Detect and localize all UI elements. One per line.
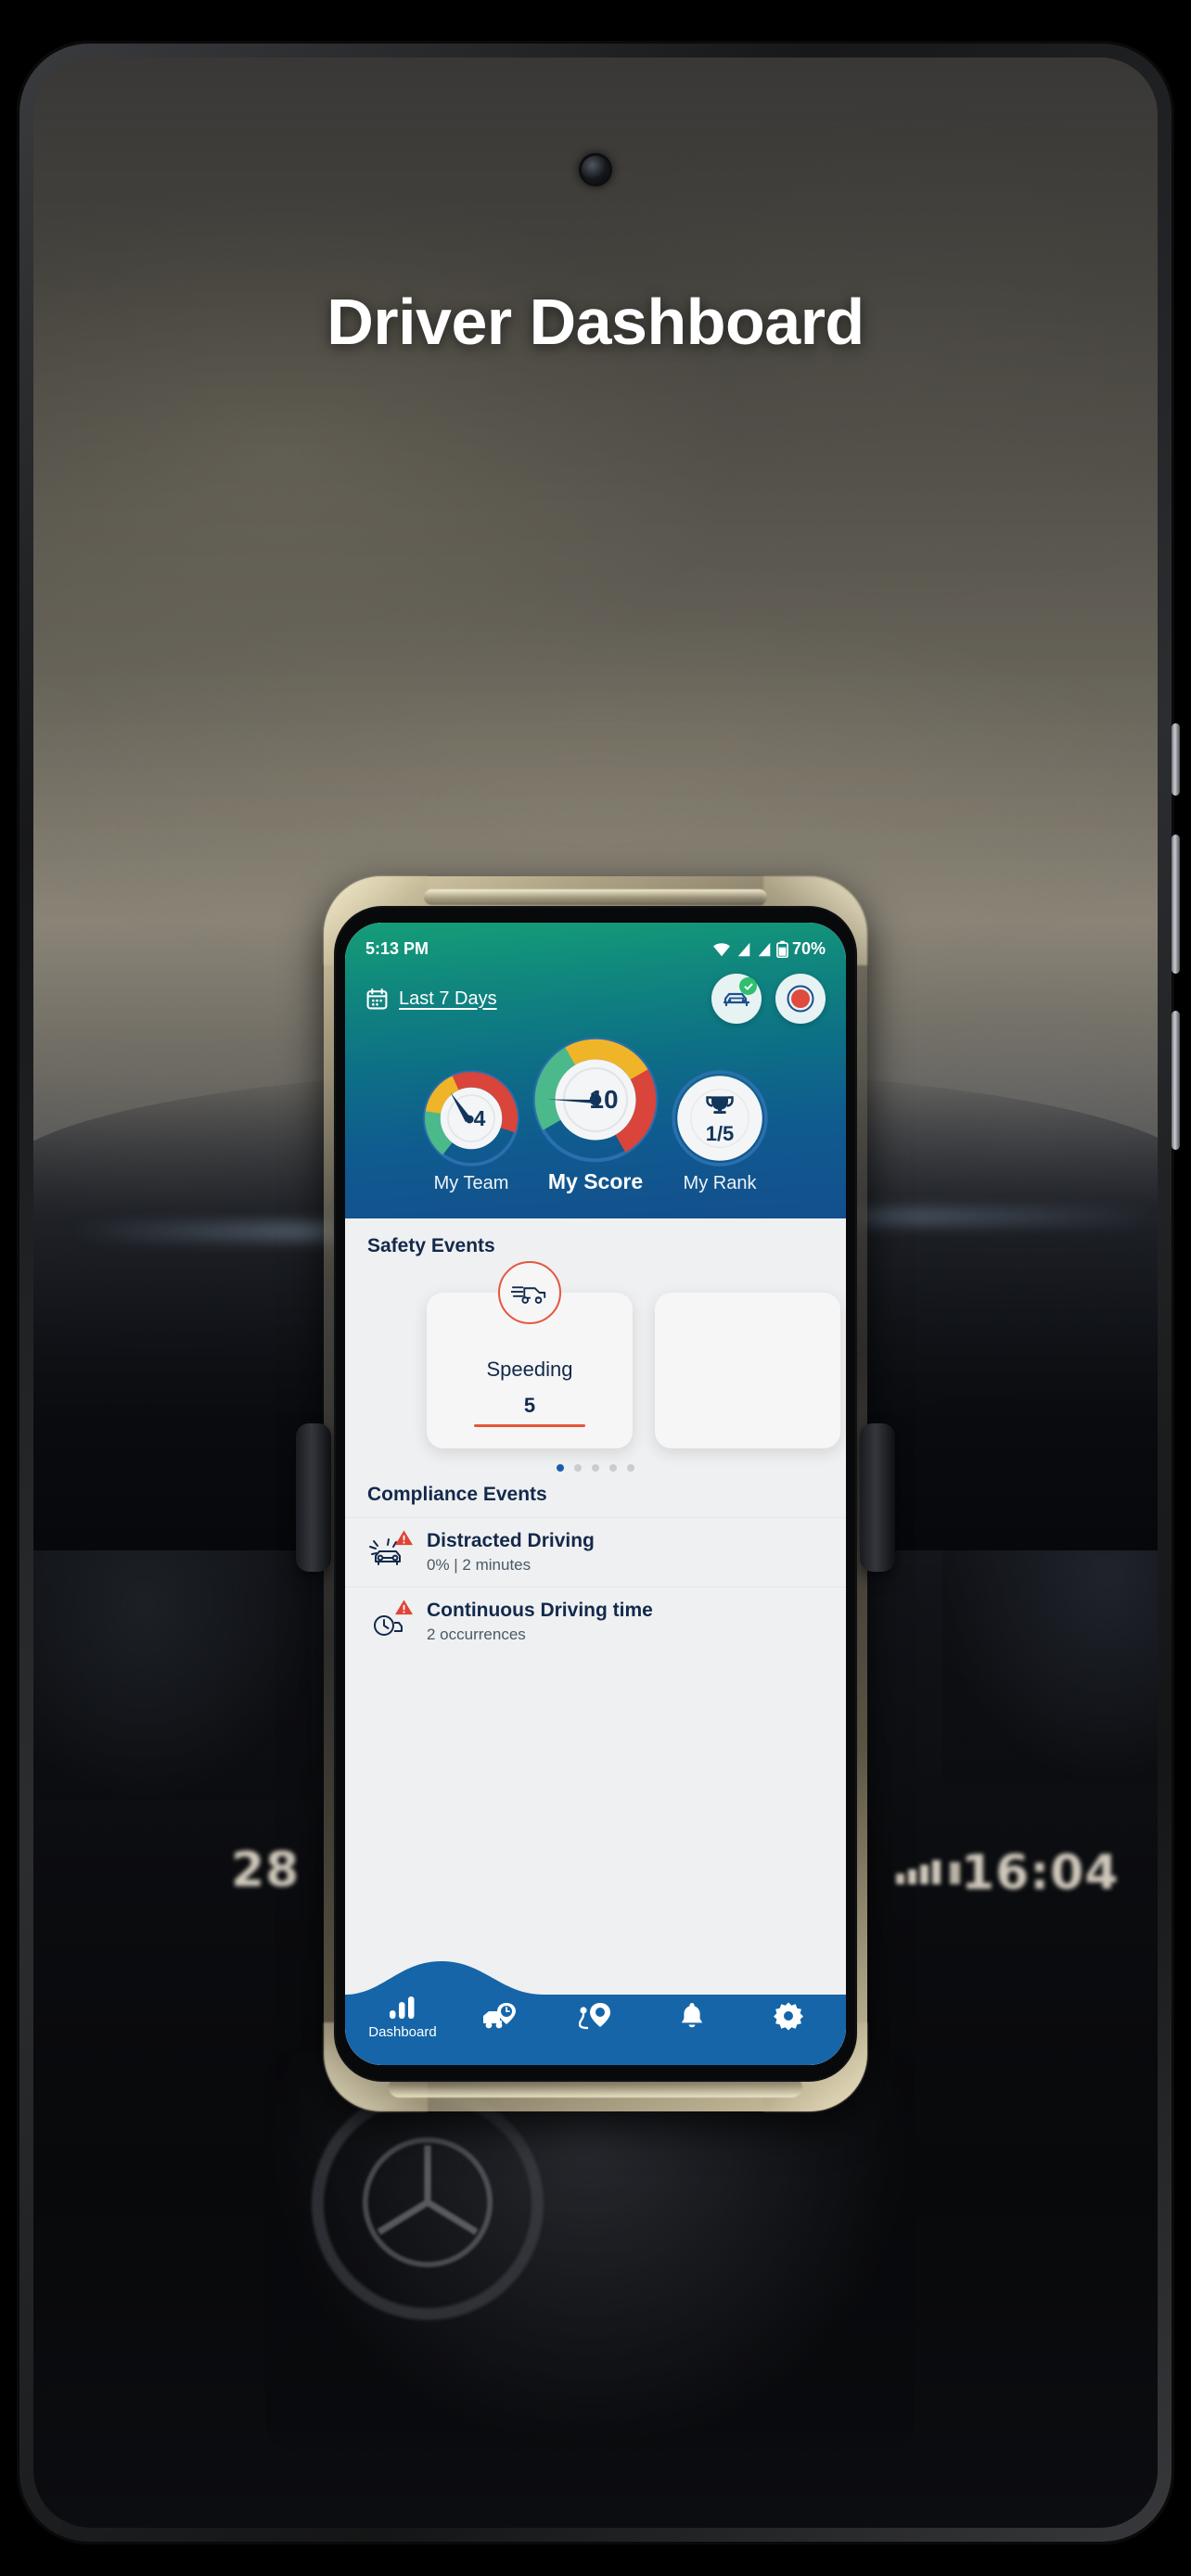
nav-items: Dashboard bbox=[345, 1983, 846, 2052]
carousel-dots bbox=[345, 1464, 846, 1472]
phone-mount-clamp-left bbox=[296, 1423, 331, 1572]
phone-screen: 5:13 PM 70% Last 7 Days 4 My Team 10 My … bbox=[345, 923, 846, 2065]
phone-mount-clamp-right bbox=[860, 1423, 895, 1572]
nav-trips[interactable] bbox=[455, 2002, 544, 2034]
distracted-driving-icon bbox=[367, 1530, 413, 1573]
nav-dashboard-label: Dashboard bbox=[368, 2024, 437, 2040]
my-team-gauge[interactable]: 4 My Team bbox=[423, 1070, 519, 1194]
compliance-title: Distracted Driving bbox=[427, 1530, 595, 1551]
outer-device-frame: 28 16:04 Driver Dashboard bbox=[0, 0, 1191, 2576]
compliance-row[interactable]: Continuous Driving time 2 occurrences bbox=[345, 1587, 846, 1656]
compliance-subtitle: 0% | 2 minutes bbox=[427, 1556, 531, 1574]
carousel-dot[interactable] bbox=[574, 1464, 582, 1472]
my-score-gauge[interactable]: 10 My Score bbox=[532, 1037, 659, 1194]
outer-device-screen: 28 16:04 Driver Dashboard bbox=[33, 57, 1158, 2528]
safety-event-value: 5 bbox=[523, 1394, 536, 1417]
safety-event-card[interactable]: Speeding 5 bbox=[427, 1261, 633, 1448]
speeding-truck-icon bbox=[498, 1261, 561, 1324]
battery-percent: 70% bbox=[791, 939, 826, 958]
nav-dashboard[interactable]: Dashboard bbox=[358, 1996, 447, 2040]
status-bar: 5:13 PM 70% bbox=[365, 939, 826, 959]
record-trip-button[interactable] bbox=[775, 974, 826, 1024]
case-bottom-rail bbox=[389, 2077, 802, 2098]
compliance-subtitle: 2 occurrences bbox=[427, 1626, 526, 1643]
vehicle-status-button[interactable] bbox=[711, 974, 762, 1024]
warning-icon bbox=[395, 1600, 413, 1615]
date-filter-label: Last 7 Days bbox=[399, 988, 497, 1009]
mounted-phone: 5:13 PM 70% Last 7 Days 4 My Team 10 My … bbox=[296, 876, 895, 2111]
bell-icon bbox=[681, 2002, 703, 2027]
bar-chart-icon bbox=[390, 1996, 415, 2019]
case-top-rail bbox=[424, 889, 767, 905]
compliance-title: Continuous Driving time bbox=[427, 1600, 653, 1621]
device-power-button[interactable] bbox=[1172, 1011, 1180, 1150]
my-score-label: My Score bbox=[547, 1169, 644, 1193]
safety-event-underline bbox=[474, 1424, 585, 1427]
carousel-dot[interactable] bbox=[627, 1464, 634, 1472]
driver-app: 5:13 PM 70% Last 7 Days 4 My Team 10 My … bbox=[345, 923, 846, 2065]
my-score-ring: 10 bbox=[532, 1037, 659, 1163]
my-team-ring: 4 bbox=[423, 1070, 519, 1167]
warning-icon bbox=[395, 1530, 413, 1546]
compliance-text: Continuous Driving time 2 occurrences bbox=[427, 1600, 653, 1644]
map-pin-icon bbox=[579, 2002, 610, 2029]
page-title: Driver Dashboard bbox=[327, 286, 864, 358]
safety-event-card-next[interactable] bbox=[655, 1293, 840, 1448]
header-action-buttons bbox=[711, 974, 826, 1024]
check-badge-icon bbox=[739, 977, 757, 995]
compliance-text: Distracted Driving 0% | 2 minutes bbox=[427, 1530, 595, 1575]
my-rank-label: My Rank bbox=[683, 1173, 757, 1193]
wifi-icon bbox=[712, 942, 730, 956]
truck-clock-icon bbox=[483, 2002, 516, 2028]
header-controls-row: Last 7 Days bbox=[365, 974, 826, 1024]
nav-alerts[interactable] bbox=[647, 2001, 736, 2035]
signal-icon bbox=[737, 942, 750, 956]
app-header: 5:13 PM 70% Last 7 Days 4 My Team 10 My … bbox=[345, 923, 846, 1218]
nav-settings[interactable] bbox=[744, 2001, 833, 2035]
signal-icon bbox=[758, 942, 771, 956]
my-rank-value: 1/5 bbox=[705, 1122, 735, 1145]
driving-time-icon bbox=[367, 1600, 413, 1642]
calendar-icon bbox=[366, 988, 388, 1009]
my-team-label: My Team bbox=[433, 1173, 509, 1193]
device-mute-button[interactable] bbox=[1172, 723, 1180, 796]
front-camera-icon bbox=[582, 156, 609, 184]
my-score-value: 10 bbox=[589, 1085, 619, 1114]
app-body: Safety Events Speeding 5 Compliance Even… bbox=[345, 1218, 846, 2065]
status-bar-indicators: 70% bbox=[711, 939, 826, 959]
score-gauges: 4 My Team 10 My Score 1/5 My Rank bbox=[365, 1037, 826, 1215]
my-team-value: 4 bbox=[473, 1105, 486, 1130]
gear-icon bbox=[774, 2002, 803, 2030]
nav-locations[interactable] bbox=[551, 2002, 640, 2034]
carousel-dot[interactable] bbox=[592, 1464, 599, 1472]
safety-event-name: Speeding bbox=[486, 1358, 573, 1381]
bottom-nav: Dashboard bbox=[345, 1956, 846, 2065]
carousel-dot[interactable] bbox=[609, 1464, 617, 1472]
compliance-events-title: Compliance Events bbox=[367, 1484, 547, 1505]
date-filter-button[interactable]: Last 7 Days bbox=[365, 988, 497, 1011]
safety-events-carousel[interactable]: Speeding 5 bbox=[345, 1261, 846, 1474]
battery-icon bbox=[776, 940, 788, 958]
my-rank-ring: 1/5 bbox=[672, 1070, 768, 1167]
my-rank-gauge[interactable]: 1/5 My Rank bbox=[672, 1070, 768, 1194]
compliance-row[interactable]: Distracted Driving 0% | 2 minutes bbox=[345, 1517, 846, 1587]
device-volume-button[interactable] bbox=[1172, 835, 1180, 974]
compliance-events-list: Distracted Driving 0% | 2 minutes Contin… bbox=[345, 1517, 846, 1656]
status-bar-time: 5:13 PM bbox=[365, 939, 429, 958]
carousel-dot[interactable] bbox=[557, 1464, 564, 1472]
record-icon bbox=[787, 985, 814, 1013]
